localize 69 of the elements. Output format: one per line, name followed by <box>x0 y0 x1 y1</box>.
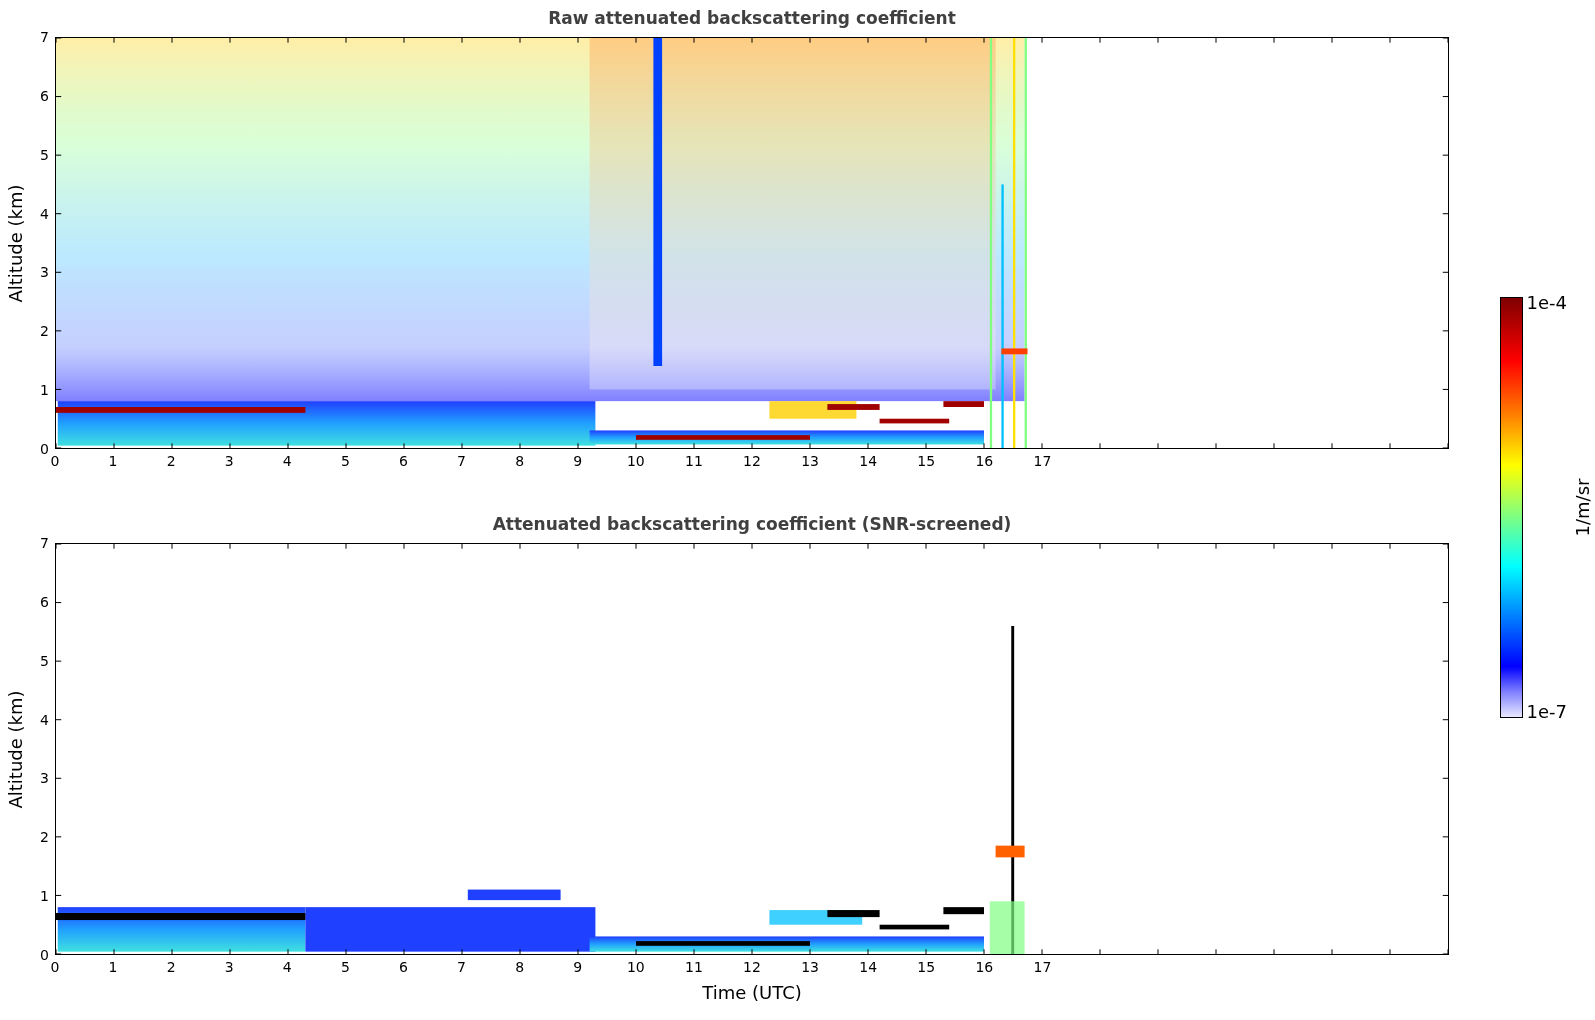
chart-title: Raw attenuated backscattering coefficient <box>547 8 957 30</box>
x-tick-label: 6 <box>399 959 408 975</box>
x-tick-label: 10 <box>626 453 645 469</box>
y-tick-label: 5 <box>40 652 49 669</box>
y-axis-label: Altitude (km) <box>4 689 26 809</box>
x-tick-label: 4 <box>282 959 292 975</box>
x-tick-label: 17 <box>1033 959 1052 975</box>
y-tick-label: 1 <box>40 888 49 905</box>
x-tick-label: 13 <box>801 453 819 469</box>
x-tick-label: 4 <box>282 453 292 469</box>
colorbar-unit-label: 1/m/sr <box>1572 478 1594 537</box>
x-tick-label: 16 <box>975 959 994 975</box>
x-tick-label: 3 <box>224 959 234 975</box>
colorbar-max-label: 1e-4 <box>1526 297 1567 309</box>
y-tick-label: 2 <box>40 829 49 846</box>
x-tick-label: 9 <box>573 453 583 469</box>
x-tick-label: 7 <box>457 959 467 975</box>
x-tick-label: 11 <box>685 959 703 975</box>
x-tick-label: 5 <box>340 959 350 975</box>
cloud-layer <box>827 910 880 918</box>
cloud-layer <box>995 845 1025 858</box>
x-tick-label: 15 <box>917 453 936 469</box>
signal-stripe <box>989 901 1025 954</box>
x-tick-label: 2 <box>166 453 176 469</box>
x-tick-label: 0 <box>50 453 60 469</box>
x-tick-label: 7 <box>457 453 467 469</box>
y-tick-label: 2 <box>40 323 49 340</box>
y-axis-label: Altitude (km) <box>4 183 26 303</box>
x-tick-label: 6 <box>399 453 408 469</box>
x-tick-label: 9 <box>573 959 583 975</box>
x-tick-label: 13 <box>801 959 819 975</box>
x-tick-label: 14 <box>859 453 878 469</box>
y-tick-label: 0 <box>40 947 49 963</box>
colorbar-min-label: 1e-7 <box>1526 706 1567 718</box>
x-tick-label: 14 <box>859 959 878 975</box>
x-tick-label: 17 <box>1033 453 1052 469</box>
y-tick-label: 6 <box>40 593 49 610</box>
x-tick-label: 0 <box>50 959 60 975</box>
x-tick-label: 12 <box>743 453 761 469</box>
x-tick-label: 1 <box>108 453 118 469</box>
y-tick-label: 4 <box>40 711 49 728</box>
chart-title: Attenuated backscattering coefficient (SNR-screened) <box>491 514 1013 536</box>
y-tick-label: 1 <box>40 382 49 399</box>
cloud-layer <box>879 418 950 424</box>
x-tick-label: 16 <box>975 453 994 469</box>
cloud-layer <box>827 404 880 410</box>
x-axis-label: Time (UTC) <box>701 983 803 1003</box>
y-tick-label: 6 <box>40 87 49 104</box>
cloud-layer <box>879 924 950 930</box>
x-tick-label: 8 <box>515 959 525 975</box>
x-tick-label: 5 <box>340 453 350 469</box>
cloud-layer <box>1001 348 1028 355</box>
x-tick-label: 8 <box>515 453 525 469</box>
x-tick-label: 11 <box>685 453 703 469</box>
cloud-layer <box>943 401 984 407</box>
y-tick-label: 3 <box>40 770 49 787</box>
x-tick-label: 12 <box>743 959 761 975</box>
y-tick-label: 0 <box>40 441 49 457</box>
y-tick-label: 7 <box>40 29 49 45</box>
x-tick-label: 2 <box>166 959 176 975</box>
y-tick-label: 7 <box>40 535 49 551</box>
y-tick-label: 3 <box>40 264 49 281</box>
x-tick-label: 15 <box>917 959 936 975</box>
x-tick-label: 10 <box>626 959 645 975</box>
x-tick-label: 3 <box>224 453 234 469</box>
y-tick-label: 4 <box>40 205 49 222</box>
x-tick-label: 1 <box>108 959 118 975</box>
y-tick-label: 5 <box>40 146 49 163</box>
cloud-layer <box>943 907 984 915</box>
